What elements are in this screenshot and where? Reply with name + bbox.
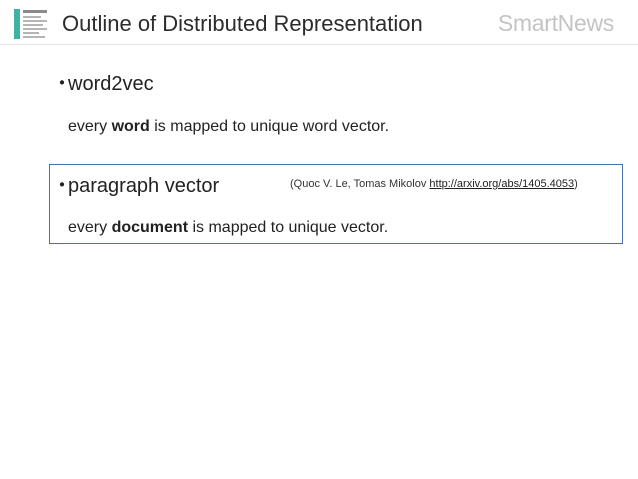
desc-bold-term: document [111, 219, 189, 236]
title-divider [0, 44, 638, 45]
bullet-paragraph-vector: ・paragraph vector [52, 174, 219, 198]
bullet-heading: paragraph vector [68, 175, 220, 197]
citation: (Quoc V. Le, Tomas Mikolov http://arxiv.… [290, 176, 578, 192]
desc-suffix: is mapped to unique vector. [188, 219, 389, 236]
citation-close: ) [574, 178, 578, 190]
desc-suffix: is mapped to unique word vector. [149, 118, 390, 135]
desc-prefix: every [68, 118, 112, 135]
desc-bold-term: word [111, 118, 150, 135]
citation-authors: (Quoc V. Le, Tomas Mikolov [290, 178, 430, 190]
bullet-word2vec: ・word2vec [52, 72, 154, 96]
word2vec-description: every word is mapped to unique word vect… [68, 117, 389, 137]
brand-logo-text: SmartNews [497, 10, 614, 36]
bullet-mark: ・ [52, 175, 72, 197]
slide-title: Outline of Distributed Representation [62, 11, 423, 36]
citation-link[interactable]: http://arxiv.org/abs/1405.4053 [429, 178, 574, 190]
bullet-mark: ・ [52, 73, 72, 95]
bullet-heading: word2vec [68, 73, 154, 95]
paragraph-vector-description: every document is mapped to unique vecto… [68, 218, 388, 238]
desc-prefix: every [68, 219, 112, 236]
document-layout-icon [14, 9, 47, 39]
